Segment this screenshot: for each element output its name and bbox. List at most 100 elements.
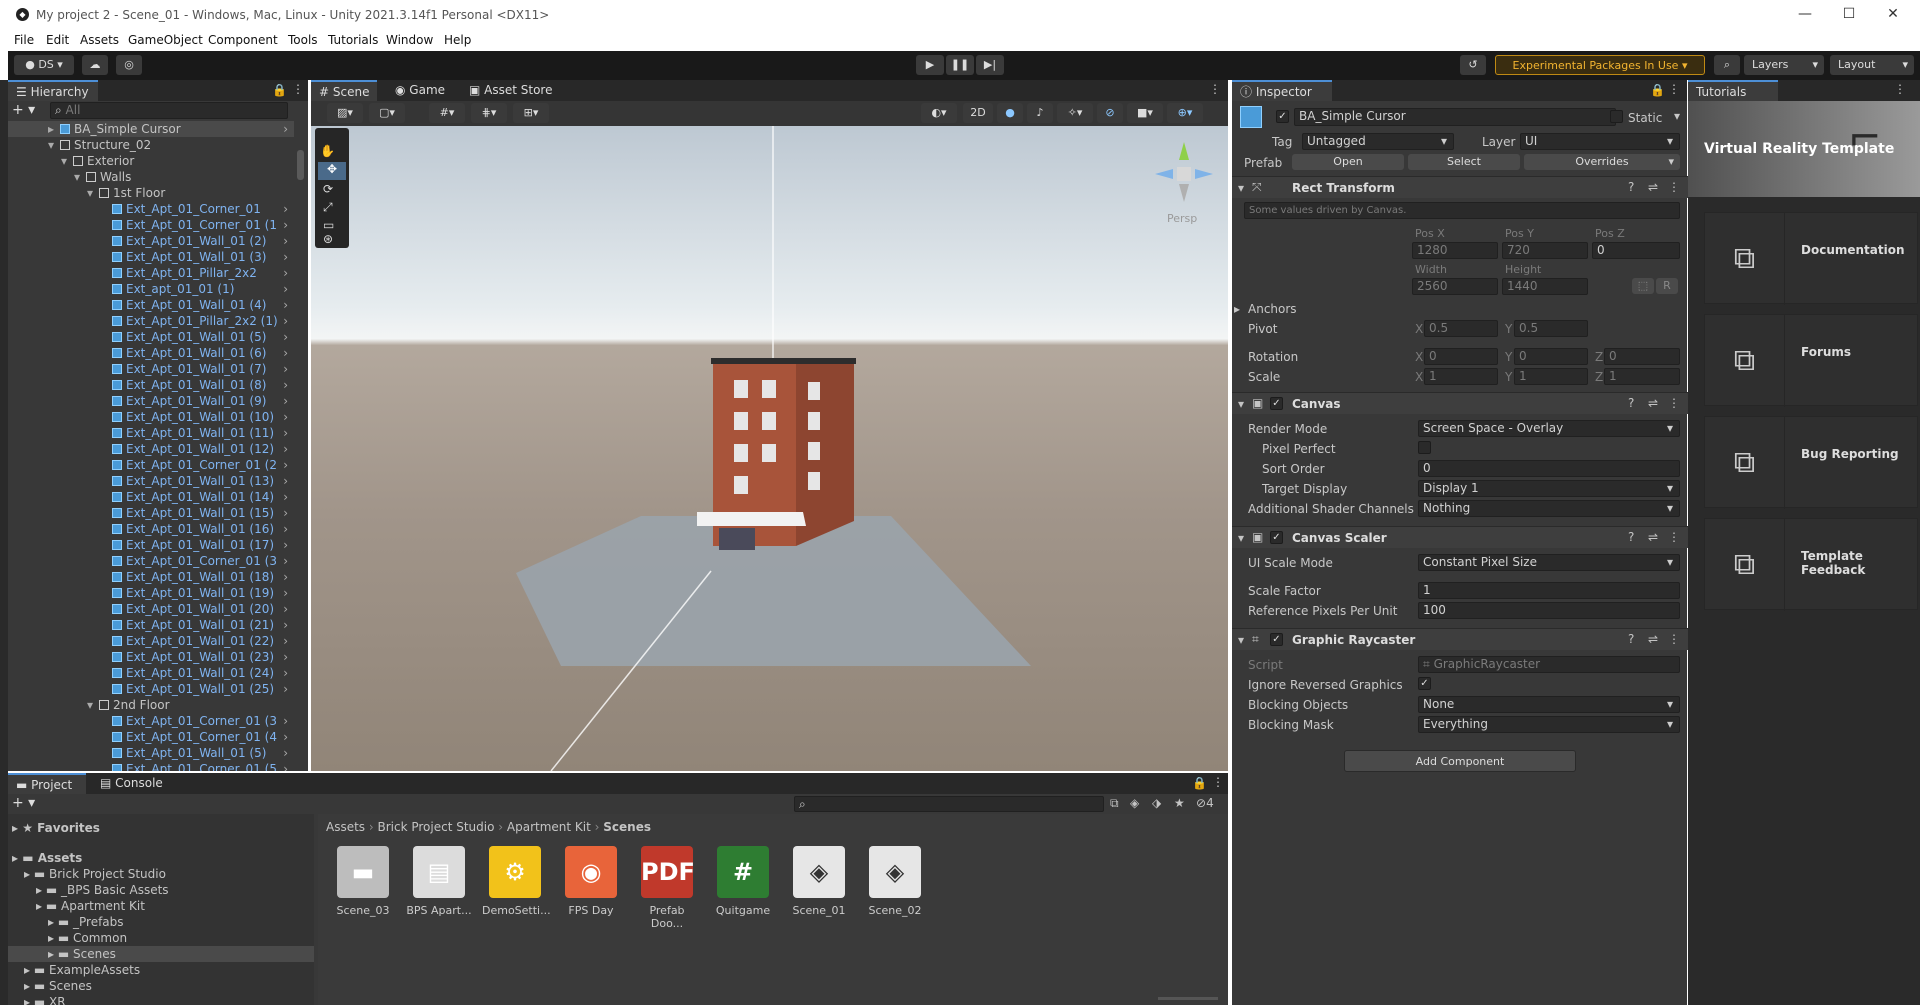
foldout-arrow-icon[interactable]: ▾: [1238, 633, 1244, 647]
project-tree-row[interactable]: ▸ ▬ XR: [8, 994, 314, 1005]
tab-project[interactable]: ▬ Project: [8, 773, 86, 794]
label-tag-icon[interactable]: ⬗: [1152, 796, 1161, 810]
layout-dropdown[interactable]: Layout ▾: [1830, 55, 1914, 75]
open-prefab-chevron-icon[interactable]: ›: [283, 633, 288, 649]
blocking-mask-dropdown[interactable]: Everything: [1418, 716, 1680, 733]
open-prefab-chevron-icon[interactable]: ›: [283, 281, 288, 297]
hierarchy-row[interactable]: Ext_Apt_01_Corner_01 (2 ›: [8, 457, 294, 473]
open-prefab-chevron-icon[interactable]: ›: [283, 441, 288, 457]
open-prefab-chevron-icon[interactable]: ›: [283, 649, 288, 665]
open-prefab-chevron-icon[interactable]: ›: [283, 393, 288, 409]
asset-tile[interactable]: PDF Prefab Doo...: [634, 846, 700, 930]
pause-button[interactable]: ❚❚: [946, 55, 974, 75]
hierarchy-row[interactable]: Ext_Apt_01_Wall_01 (2) ›: [8, 233, 294, 249]
tab-scene[interactable]: # Scene: [311, 80, 378, 101]
tab-hierarchy[interactable]: ☰ Hierarchy: [8, 80, 98, 101]
canvas-scaler-header[interactable]: ▾ ▣ ✓ Canvas Scaler ? ⇌ ⋮: [1232, 526, 1692, 548]
active-checkbox[interactable]: ✓: [1276, 110, 1289, 123]
asset-tile[interactable]: ▬ Scene_03: [330, 846, 396, 917]
project-tree-row[interactable]: ▸ ▬ Common: [8, 930, 314, 946]
expanded-arrow-icon[interactable]: ▾: [74, 169, 80, 185]
asset-tile[interactable]: ▤ BPS Apart...: [406, 846, 472, 917]
hierarchy-row[interactable]: Ext_Apt_01_Pillar_2x2 (1) ›: [8, 313, 294, 329]
blocking-objects-dropdown[interactable]: None: [1418, 696, 1680, 713]
gizmos-icon[interactable]: ⊕▾: [1167, 103, 1203, 123]
breadcrumb-item[interactable]: Assets: [326, 820, 365, 834]
experimental-packages-badge[interactable]: Experimental Packages In Use ▾: [1495, 55, 1705, 75]
expanded-arrow-icon[interactable]: ▾: [48, 137, 54, 153]
transform-tool-icon[interactable]: ⊛: [323, 232, 333, 246]
open-prefab-chevron-icon[interactable]: ›: [283, 489, 288, 505]
asset-tile[interactable]: ⚙ DemoSetti...: [482, 846, 551, 917]
forums-card[interactable]: ⧉ Forums: [1704, 314, 1918, 407]
scale-y-field[interactable]: 1: [1514, 368, 1588, 385]
open-prefab-chevron-icon[interactable]: ›: [283, 329, 288, 345]
presets-icon[interactable]: ⇌: [1648, 180, 1658, 194]
hierarchy-row[interactable]: Ext_Apt_01_Corner_01 (5 ›: [8, 761, 294, 771]
scale-tool-icon[interactable]: ⤢: [323, 200, 333, 215]
raycaster-enabled-checkbox[interactable]: ✓: [1270, 633, 1283, 646]
component-menu-icon[interactable]: ⋮: [1668, 396, 1680, 410]
prefab-select-button[interactable]: Select: [1408, 154, 1520, 170]
scene-viewport[interactable]: ✋ ✥ ⟳ ⤢ ▭ ⊛ Persp: [311, 126, 1228, 771]
foldout-arrow-icon[interactable]: ▸: [1234, 302, 1240, 316]
open-prefab-chevron-icon[interactable]: ›: [283, 425, 288, 441]
hierarchy-row[interactable]: ▾ Walls: [8, 169, 294, 185]
expanded-arrow-icon[interactable]: ▾: [87, 185, 93, 201]
open-prefab-chevron-icon[interactable]: ›: [283, 313, 288, 329]
close-icon[interactable]: ✕: [1878, 4, 1908, 24]
menu-component[interactable]: Component: [208, 33, 278, 47]
open-prefab-chevron-icon[interactable]: ›: [283, 233, 288, 249]
lock-icon[interactable]: 🔒: [1192, 776, 1207, 790]
perspective-label[interactable]: Persp: [1167, 212, 1197, 225]
hierarchy-scrollbar[interactable]: [297, 150, 304, 180]
target-display-dropdown[interactable]: Display 1: [1418, 480, 1680, 497]
menu-tutorials[interactable]: Tutorials: [328, 33, 378, 47]
pos-y-field[interactable]: 720: [1502, 242, 1588, 259]
hierarchy-search-input[interactable]: ⌕ All: [50, 102, 288, 119]
tree-arrow-icon[interactable]: ▸: [12, 851, 22, 865]
project-create-button[interactable]: + ▾: [12, 795, 46, 813]
align-icon[interactable]: ⊞▾: [513, 103, 549, 123]
draw-mode-icon[interactable]: ▨▾: [327, 103, 363, 123]
collapsed-arrow-icon[interactable]: ▸: [48, 121, 54, 137]
hierarchy-row[interactable]: Ext_Apt_01_Wall_01 (19) ›: [8, 585, 294, 601]
template-feedback-card[interactable]: ⧉ Template Feedback: [1704, 518, 1918, 611]
tree-arrow-icon[interactable]: ▸: [36, 899, 46, 913]
hierarchy-row[interactable]: Ext_Apt_01_Wall_01 (23) ›: [8, 649, 294, 665]
reference-ppu-field[interactable]: 100: [1418, 602, 1680, 619]
open-prefab-chevron-icon[interactable]: ›: [283, 217, 288, 233]
open-prefab-chevron-icon[interactable]: ›: [283, 377, 288, 393]
hierarchy-row[interactable]: Ext_Apt_01_Wall_01 (20) ›: [8, 601, 294, 617]
panel-menu-icon[interactable]: ⋮: [1894, 82, 1906, 96]
grid-snap-icon[interactable]: #▾: [429, 103, 465, 123]
hierarchy-row[interactable]: Ext_Apt_01_Wall_01 (16) ›: [8, 521, 294, 537]
asset-tile[interactable]: ◈ Scene_01: [786, 846, 852, 917]
prefab-overrides-dropdown[interactable]: Overrides: [1524, 154, 1680, 170]
hierarchy-row[interactable]: Ext_Apt_01_Wall_01 (25) ›: [8, 681, 294, 697]
open-prefab-chevron-icon[interactable]: ›: [283, 265, 288, 281]
hierarchy-row[interactable]: Ext_Apt_01_Wall_01 (3) ›: [8, 249, 294, 265]
hierarchy-row[interactable]: ▾ 2nd Floor: [8, 697, 294, 713]
expanded-arrow-icon[interactable]: ▾: [61, 153, 67, 169]
project-tree-row[interactable]: ▸ ▬ Scenes: [8, 946, 314, 962]
pivot-x-field[interactable]: 0.5: [1424, 320, 1498, 337]
hierarchy-row[interactable]: Ext_Apt_01_Wall_01 (13) ›: [8, 473, 294, 489]
search-by-label-icon[interactable]: ◈: [1130, 796, 1139, 810]
hierarchy-row[interactable]: Ext_Apt_01_Wall_01 (17) ›: [8, 537, 294, 553]
open-prefab-chevron-icon[interactable]: ›: [283, 409, 288, 425]
open-prefab-chevron-icon[interactable]: ›: [283, 249, 288, 265]
panel-menu-icon[interactable]: ⋮: [1668, 82, 1680, 96]
menu-edit[interactable]: Edit: [46, 33, 69, 47]
project-search-input[interactable]: ⌕: [794, 796, 1104, 812]
play-button[interactable]: ▶: [916, 55, 944, 75]
hierarchy-row[interactable]: Ext_Apt_01_Wall_01 (14) ›: [8, 489, 294, 505]
hierarchy-row[interactable]: Ext_Apt_01_Corner_01 (4 ›: [8, 729, 294, 745]
vr-template-banner[interactable]: Virtual Reality Template ⌐: [1688, 101, 1920, 197]
hidden-packages-icon[interactable]: ⊘4: [1196, 796, 1214, 810]
foldout-arrow-icon[interactable]: ▾: [1238, 181, 1244, 195]
presets-icon[interactable]: ⇌: [1648, 530, 1658, 544]
collab-icon[interactable]: ◎: [116, 55, 142, 75]
zoom-slider[interactable]: [1158, 997, 1218, 1000]
ignore-reversed-checkbox[interactable]: ✓: [1418, 677, 1431, 690]
